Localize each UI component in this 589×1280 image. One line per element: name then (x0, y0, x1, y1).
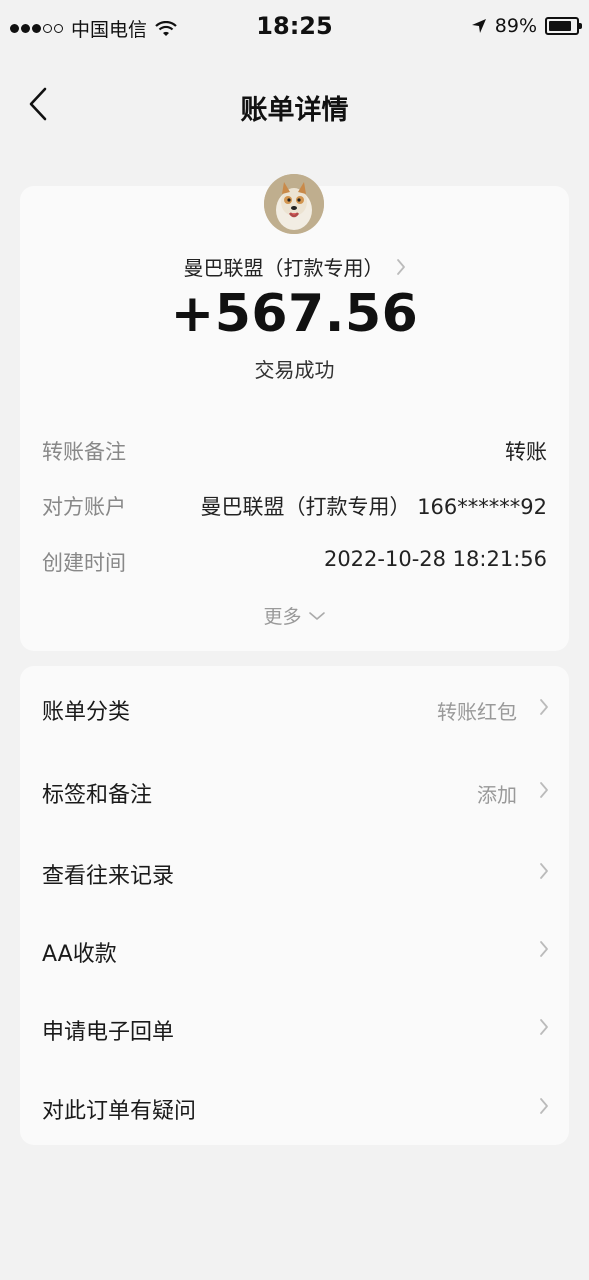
menu-item-aa-collect[interactable]: AA收款 (20, 910, 569, 988)
menu-label: 申请电子回单 (42, 1020, 175, 1045)
chevron-right-icon (540, 1098, 548, 1114)
detail-value: 2022-10-28 18:21:56 (323, 547, 547, 571)
detail-row-remark: 转账备注 转账 (42, 436, 547, 466)
status-bar: 中国电信 18:25 89% (0, 0, 589, 54)
menu-label: 账单分类 (42, 700, 131, 725)
detail-label: 转账备注 (42, 440, 126, 464)
payee-name: 曼巴联盟（打款专用） (183, 256, 384, 280)
detail-row-account: 对方账户 曼巴联盟（打款专用） 166******92 (42, 491, 547, 521)
transaction-card: 曼巴联盟（打款专用） +567.56 交易成功 转账备注 转账 对方账户 曼巴联… (20, 174, 569, 651)
menu-item-e-receipt[interactable]: 申请电子回单 (20, 988, 569, 1066)
detail-label: 创建时间 (42, 551, 126, 575)
chevron-right-icon (396, 258, 406, 276)
more-button[interactable]: 更多 (20, 602, 569, 629)
status-right: 89% (471, 15, 582, 37)
menu-value: 转账红包 (437, 700, 517, 724)
page-title: 账单详情 (240, 95, 349, 126)
battery-icon (545, 17, 582, 35)
avatar[interactable] (264, 174, 324, 234)
menu-item-bill-category[interactable]: 账单分类 转账红包 (20, 668, 569, 746)
menu-item-order-question[interactable]: 对此订单有疑问 (20, 1067, 569, 1145)
menu-item-tags-notes[interactable]: 标签和备注 添加 (20, 751, 569, 829)
menu-label: 标签和备注 (42, 783, 153, 808)
menu-value: 添加 (477, 783, 517, 807)
chevron-right-icon (540, 782, 548, 798)
payee-row[interactable]: 曼巴联盟（打款专用） (20, 252, 569, 281)
menu-label: 查看往来记录 (42, 864, 175, 889)
chevron-right-icon (540, 941, 548, 957)
chevron-right-icon (540, 863, 548, 879)
detail-label: 对方账户 (42, 495, 126, 519)
chevron-right-icon (540, 1019, 548, 1035)
detail-value: 转账 (505, 440, 547, 464)
location-arrow-icon (471, 19, 486, 33)
nav-bar: 账单详情 (0, 60, 589, 150)
menu-card: 账单分类 转账红包 标签和备注 添加 查看往来记录 AA收款 申请电子回单 对此… (20, 666, 569, 1145)
menu-label: 对此订单有疑问 (42, 1099, 197, 1124)
battery-percent: 89% (494, 15, 537, 37)
detail-row-created-time: 创建时间 2022-10-28 18:21:56 (42, 547, 547, 577)
chevron-right-icon (540, 699, 548, 715)
more-label: 更多 (263, 606, 302, 628)
menu-item-view-records[interactable]: 查看往来记录 (20, 832, 569, 910)
transaction-status: 交易成功 (254, 358, 335, 382)
menu-label: AA收款 (42, 942, 117, 967)
chevron-down-icon (308, 611, 325, 620)
transaction-amount: +567.56 (170, 284, 419, 344)
detail-value: 曼巴联盟（打款专用） 166******92 (200, 495, 547, 519)
dog-avatar-icon (264, 174, 324, 234)
